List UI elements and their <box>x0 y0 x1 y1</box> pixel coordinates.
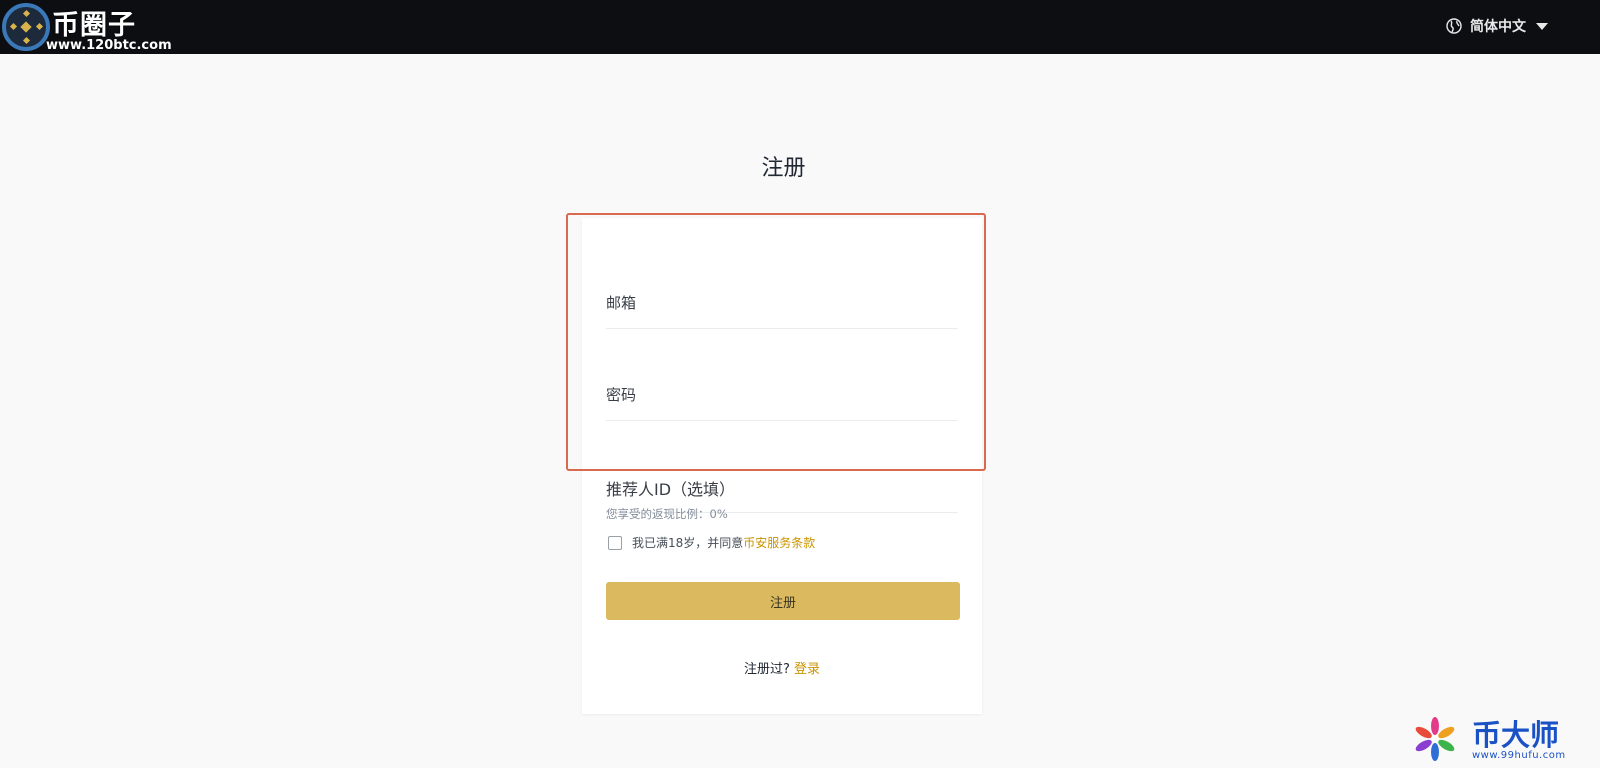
highlight-box <box>566 213 986 471</box>
register-button[interactable]: 注册 <box>606 582 960 620</box>
language-selector[interactable]: 简体中文 <box>1446 15 1548 37</box>
terms-link[interactable]: 币安服务条款 <box>743 534 815 551</box>
page-title: 注册 <box>761 156 806 181</box>
login-prompt-row: 注册过? 登录 <box>582 658 982 677</box>
chevron-down-icon <box>1536 22 1548 30</box>
globe-icon <box>1446 18 1462 34</box>
top-bar: 币圈子 www.120btc.com 简体中文 <box>0 0 1600 54</box>
login-prompt: 注册过? <box>743 662 790 677</box>
agree-row: 我已满18岁，并同意 币安服务条款 <box>608 534 815 551</box>
watermark-brand: 币大师 <box>1472 718 1560 752</box>
flower-logo-icon <box>1415 717 1455 761</box>
site-logo[interactable]: 币圈子 www.120btc.com <box>0 0 172 54</box>
referral-label: 推荐人ID（选填） <box>606 480 736 499</box>
logo-text: 币圈子 <box>52 10 136 41</box>
language-label: 简体中文 <box>1470 19 1526 35</box>
watermark: 币大师 www.99hufu.com <box>1412 712 1582 764</box>
logo-url: www.120btc.com <box>46 38 172 53</box>
watermark-url: www.99hufu.com <box>1472 750 1566 761</box>
logo-mark-icon <box>2 3 50 51</box>
login-link[interactable]: 登录 <box>794 662 820 677</box>
rebate-text: 您享受的返现比例：0% <box>606 507 728 521</box>
agree-checkbox[interactable] <box>608 535 622 550</box>
agree-text: 我已满18岁，并同意 <box>632 536 744 550</box>
